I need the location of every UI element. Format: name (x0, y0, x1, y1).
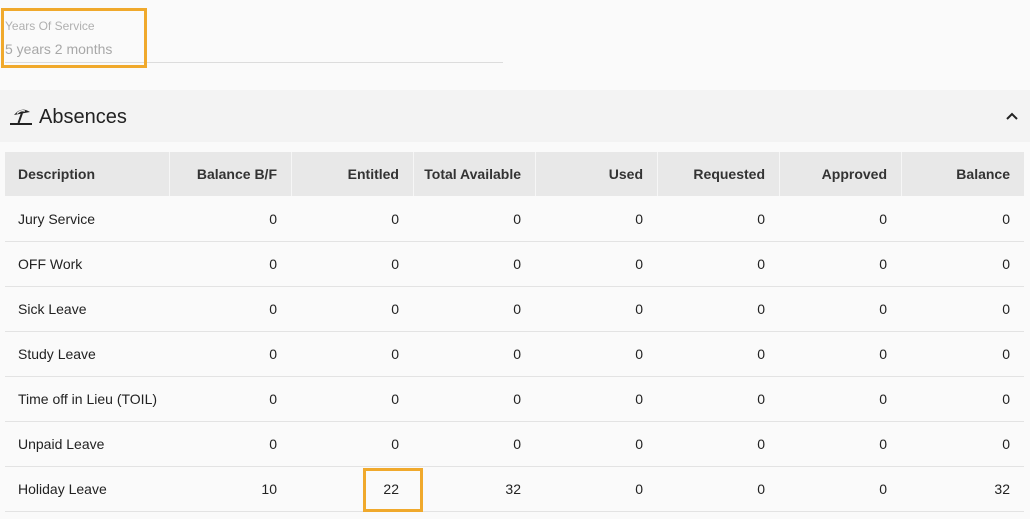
cell-balance-bf: 0 (269, 346, 277, 362)
table-row[interactable]: Unpaid Leave 0 0 0 0 0 0 0 (5, 422, 1024, 467)
cell-description: Sick Leave (18, 301, 87, 317)
cell-requested: 0 (757, 436, 765, 452)
highlight-box-entitled (363, 468, 423, 512)
cell-balance: 32 (994, 481, 1010, 497)
absences-table-header: Description Balance B/F Entitled Total Avai… (5, 152, 1024, 196)
cell-total-available: 0 (513, 436, 521, 452)
cell-total-available: 0 (513, 391, 521, 407)
cell-entitled: 0 (391, 436, 399, 452)
cell-entitled: 0 (391, 391, 399, 407)
cell-entitled: 0 (391, 256, 399, 272)
cell-balance: 0 (1002, 256, 1010, 272)
column-header-approved[interactable]: Approved (779, 152, 901, 196)
table-row[interactable]: OFF Work 0 0 0 0 0 0 0 (5, 242, 1024, 287)
column-header-balance-bf[interactable]: Balance B/F (169, 152, 291, 196)
column-header-balance[interactable]: Balance (901, 152, 1024, 196)
cell-balance-bf: 0 (269, 211, 277, 227)
cell-balance: 0 (1002, 346, 1010, 362)
cell-total-available: 32 (505, 481, 521, 497)
cell-balance-bf: 0 (269, 391, 277, 407)
cell-used: 0 (635, 346, 643, 362)
table-row[interactable]: Sick Leave 0 0 0 0 0 0 0 (5, 287, 1024, 332)
cell-balance-bf: 0 (269, 256, 277, 272)
table-row[interactable]: Time off in Lieu (TOIL) 0 0 0 0 0 0 0 (5, 377, 1024, 422)
cell-description: Holiday Leave (18, 481, 107, 497)
cell-requested: 0 (757, 301, 765, 317)
cell-entitled: 0 (391, 211, 399, 227)
cell-entitled: 0 (391, 301, 399, 317)
beach-umbrella-icon (10, 109, 32, 125)
cell-balance-bf: 0 (269, 436, 277, 452)
column-header-entitled[interactable]: Entitled (291, 152, 413, 196)
cell-total-available: 0 (513, 211, 521, 227)
table-row[interactable]: Jury Service 0 0 0 0 0 0 0 (5, 197, 1024, 242)
cell-balance-bf: 0 (269, 301, 277, 317)
cell-requested: 0 (757, 391, 765, 407)
cell-approved: 0 (879, 436, 887, 452)
cell-approved: 0 (879, 481, 887, 497)
column-header-requested[interactable]: Requested (657, 152, 779, 196)
absences-panel-header[interactable] (0, 90, 1030, 142)
cell-used: 0 (635, 391, 643, 407)
cell-requested: 0 (757, 346, 765, 362)
cell-used: 0 (635, 481, 643, 497)
cell-requested: 0 (757, 481, 765, 497)
cell-total-available: 0 (513, 256, 521, 272)
cell-approved: 0 (879, 301, 887, 317)
cell-balance-bf: 10 (261, 481, 277, 497)
column-header-total-available[interactable]: Total Available (413, 152, 535, 196)
chevron-up-icon[interactable] (1002, 104, 1022, 128)
column-header-description[interactable]: Description (5, 152, 169, 196)
cell-used: 0 (635, 211, 643, 227)
cell-used: 0 (635, 301, 643, 317)
absences-title: Absences (39, 106, 127, 128)
cell-description: Time off in Lieu (TOIL) (18, 391, 158, 407)
cell-requested: 0 (757, 211, 765, 227)
cell-approved: 0 (879, 256, 887, 272)
highlight-box-years-of-service (1, 8, 147, 68)
table-row[interactable]: Study Leave 0 0 0 0 0 0 0 (5, 332, 1024, 377)
cell-approved: 0 (879, 211, 887, 227)
table-row[interactable]: Holiday Leave 10 22 32 0 0 0 32 (5, 467, 1024, 512)
cell-balance: 0 (1002, 436, 1010, 452)
cell-requested: 0 (757, 256, 765, 272)
cell-balance: 0 (1002, 211, 1010, 227)
cell-total-available: 0 (513, 346, 521, 362)
cell-entitled: 0 (391, 346, 399, 362)
cell-balance: 0 (1002, 301, 1010, 317)
cell-used: 0 (635, 256, 643, 272)
cell-description: Unpaid Leave (18, 436, 105, 452)
cell-description: OFF Work (18, 256, 83, 272)
cell-approved: 0 (879, 391, 887, 407)
cell-total-available: 0 (513, 301, 521, 317)
column-header-used[interactable]: Used (535, 152, 657, 196)
cell-used: 0 (635, 436, 643, 452)
cell-approved: 0 (879, 346, 887, 362)
cell-description: Jury Service (18, 211, 96, 227)
cell-description: Study Leave (18, 346, 96, 362)
cell-balance: 0 (1002, 391, 1010, 407)
